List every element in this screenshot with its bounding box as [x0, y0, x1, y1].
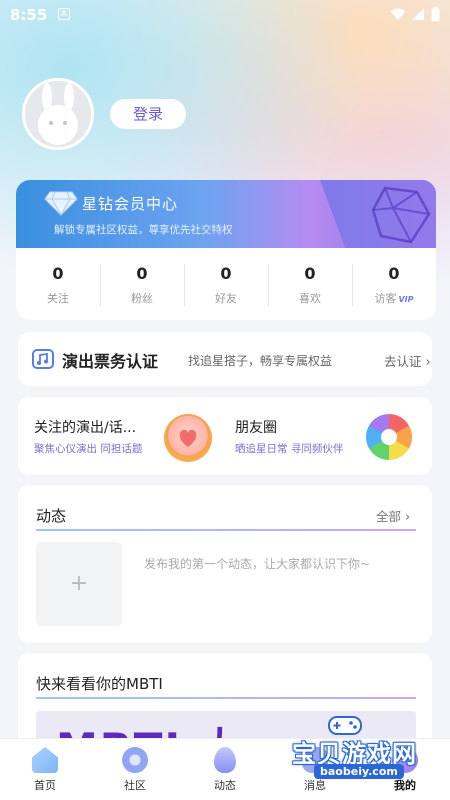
add-post-button[interactable]: + — [36, 542, 122, 626]
stat-following[interactable]: 0 关注 — [16, 250, 100, 320]
view-all-label: 全部 — [376, 509, 402, 524]
tab-label: 首页 — [34, 779, 56, 792]
vip-title: 星钻会员中心 — [82, 195, 179, 213]
music-ticket-icon — [32, 349, 54, 369]
vip-center-card[interactable]: 星钻会员中心 解锁专属社区权益，尊享优先社交特权 0 关注 0 粉丝 0 好友 … — [16, 180, 436, 320]
stat-visitors[interactable]: 0 访客 VIP — [352, 250, 436, 320]
title-underline — [36, 697, 416, 699]
stat-friends[interactable]: 0 好友 — [184, 250, 268, 320]
dynamic-card: 动态 全部 › + 发布我的第一个动态，让大家都认识下你~ — [18, 485, 432, 643]
tab-label: 我的 — [394, 779, 416, 792]
moments-title: 朋友圈 — [235, 420, 277, 436]
profile-icon — [392, 747, 418, 773]
stat-value: 0 — [388, 264, 400, 283]
tab-community[interactable]: 社区 — [90, 739, 180, 800]
vip-badge: VIP — [398, 295, 414, 304]
tab-dynamic[interactable]: 动态 — [180, 739, 270, 800]
post-hint: 发布我的第一个动态，让大家都认识下你~ — [144, 557, 371, 571]
tab-label: 社区 — [124, 779, 146, 792]
aperture-icon — [366, 414, 412, 460]
star-icon — [122, 747, 148, 773]
mbti-title: 快来看看你的MBTI — [36, 675, 163, 693]
chevron-right-icon: › — [405, 510, 411, 525]
rabbit-avatar-icon — [25, 81, 91, 147]
bottom-tab-bar: 首页 社区 动态 消息 我的 — [0, 738, 450, 800]
moments-subtitle: 晒追星日常 寻同频伙伴 — [235, 443, 344, 455]
ticket-verify-card[interactable]: 演出票务认证 找追星搭子，畅享专属权益 去认证 › — [18, 332, 432, 386]
stat-label: 访客 — [374, 292, 397, 305]
tab-home[interactable]: 首页 — [0, 739, 90, 800]
stat-label: 好友 — [215, 292, 237, 305]
signal-icon — [412, 8, 424, 20]
view-all-link[interactable]: 全部 › — [376, 506, 410, 525]
avatar[interactable] — [22, 78, 94, 150]
heart-icon — [164, 414, 212, 462]
stat-label: 粉丝 — [131, 292, 153, 305]
tab-label: 消息 — [304, 779, 326, 792]
stat-value: 0 — [52, 264, 64, 283]
title-underline — [36, 529, 416, 531]
dynamic-title: 动态 — [36, 507, 67, 525]
ticket-subtitle: 找追星搭子，畅享专属权益 — [188, 354, 333, 368]
stat-label: 关注 — [47, 292, 69, 305]
verify-link[interactable]: 去认证 › — [384, 351, 431, 370]
stat-value: 0 — [136, 264, 148, 283]
flame-icon — [214, 747, 236, 773]
stat-value: 0 — [220, 264, 232, 283]
stats-row: 0 关注 0 粉丝 0 好友 0 喜欢 0 访客 VIP — [16, 250, 436, 320]
followed-shows-title: 关注的演出/话... — [34, 420, 137, 436]
verify-label: 去认证 — [384, 354, 422, 369]
tab-mine[interactable]: 我的 — [360, 739, 450, 800]
notification-icon: A — [58, 8, 70, 20]
chevron-right-icon: › — [425, 355, 431, 370]
gem-icon — [371, 186, 431, 244]
stat-label: 喜欢 — [299, 292, 321, 305]
vip-subtitle: 解锁专属社区权益，尊享优先社交特权 — [54, 224, 233, 236]
battery-icon — [431, 7, 440, 22]
stat-value: 0 — [304, 264, 316, 283]
ticket-title: 演出票务认证 — [62, 352, 159, 371]
wifi-icon — [390, 8, 406, 20]
followed-shows-subtitle: 聚焦心仪演出 同担话题 — [34, 443, 143, 455]
stat-likes[interactable]: 0 喜欢 — [268, 250, 352, 320]
login-button[interactable]: 登录 — [110, 99, 186, 129]
message-icon — [302, 747, 328, 773]
home-icon — [32, 747, 58, 773]
status-time: 8:55 — [10, 6, 48, 24]
status-bar: 8:55 A — [0, 0, 450, 32]
status-indicators — [390, 7, 440, 22]
stat-fans[interactable]: 0 粉丝 — [100, 250, 184, 320]
followed-shows-entry[interactable]: 关注的演出/话... 聚焦心仪演出 同担话题 — [18, 397, 225, 475]
shortcut-card: 关注的演出/话... 聚焦心仪演出 同担话题 朋友圈 晒追星日常 寻同频伙伴 — [18, 397, 432, 475]
tab-label: 动态 — [214, 779, 236, 792]
tab-messages[interactable]: 消息 — [270, 739, 360, 800]
diamond-icon — [44, 191, 78, 216]
moments-entry[interactable]: 朋友圈 晒追星日常 寻同频伙伴 — [225, 397, 432, 475]
